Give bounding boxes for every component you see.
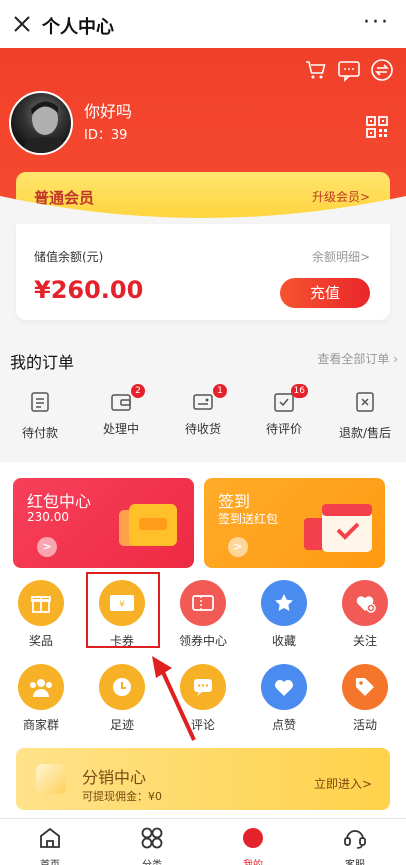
tab-home[interactable]: 首页 [20,825,80,865]
grid-item-label: 奖品 [28,634,53,648]
order-icon-wrap: 1 [191,384,227,414]
like-icon [261,664,307,710]
qrcode-icon[interactable] [366,116,388,138]
grid-item-activities[interactable]: 活动 [335,664,395,733]
star-icon [261,580,307,626]
switch-icon[interactable] [370,58,394,82]
truck-icon [193,394,213,410]
grid-item-follow[interactable]: 关注 [335,580,395,649]
tag-icon [342,664,388,710]
wallet-illustration-icon [119,504,177,546]
enter-distribution-link[interactable]: 立即进入> [314,775,372,792]
order-item-label: 待收货 [184,422,221,436]
bottom-tab-bar: 首页 分类 我的 客服 [0,818,406,865]
coupon-highlight-box [86,572,160,648]
tab-label: 客服 [325,856,385,865]
balance-card: 储值余额(元) 余额明细> ¥260.00 充值 [16,224,390,320]
service-icon [344,830,366,849]
user-nickname: 你好吗 [84,102,133,121]
balance-amount: ¥260.00 [34,276,144,304]
orders-section: 我的订单 查看全部订单 › 待付款 2 处理中 1 待收货 16 待评价 退款/… [0,336,406,448]
order-item-label: 待付款 [21,426,58,440]
view-all-orders-link[interactable]: 查看全部订单 › [317,350,398,367]
close-icon[interactable] [10,12,34,36]
wallet-icon [31,392,49,412]
tab-customer-service[interactable]: 客服 [325,825,385,865]
card-icon [111,394,131,411]
redpack-center-card[interactable]: 红包中心 230.00 > [13,478,194,568]
order-badge: 2 [131,384,145,398]
grid-item-label: 领券中心 [178,634,227,648]
grid-item-label: 商家群 [22,718,59,732]
distribution-commission: 可提现佣金：¥0 [82,790,162,803]
grid-item-favorites[interactable]: 收藏 [254,580,314,649]
me-icon [243,828,263,848]
user-id: ID：39 [84,128,128,143]
signin-subtitle: 签到送红包 [218,512,279,526]
grid-item-likes[interactable]: 点赞 [254,664,314,733]
distribution-center-banner[interactable]: 分销中心 可提现佣金：¥0 立即进入> [16,748,390,810]
order-item-refund[interactable]: 退款/售后 [333,390,397,441]
gift-icon [18,580,64,626]
grid-item-label: 关注 [352,634,377,648]
grid-item-label: 点赞 [271,718,296,732]
redpack-title: 红包中心 [27,492,92,511]
tab-label: 首页 [20,856,80,865]
ticket-icon [180,580,226,626]
grid-item-footprints[interactable]: 足迹 [92,664,152,733]
order-badge: 1 [213,384,227,398]
order-item-pending-payment[interactable]: 待付款 [8,390,72,441]
view-all-orders-label: 查看全部订单 [317,352,390,366]
tab-label: 我的 [223,856,283,865]
order-icon-wrap: 2 [109,384,145,414]
home-icon [40,827,60,848]
grid-item-label: 收藏 [271,634,296,648]
cart-icon[interactable] [304,58,328,82]
avatar[interactable] [9,91,73,155]
clock-icon [99,664,145,710]
recharge-button[interactable]: 充值 [280,278,370,308]
order-icon-wrap: 16 [272,384,308,414]
heart-plus-icon [342,580,388,626]
more-menu-button[interactable]: ··· [363,10,390,35]
grid-item-coupon-center[interactable]: 领券中心 [173,580,233,649]
order-item-label: 退款/售后 [338,426,392,440]
distribution-title: 分销中心 [82,768,147,787]
order-item-processing[interactable]: 2 处理中 [89,384,153,437]
top-nav-bar: 个人中心 ··· [0,0,406,48]
chevron-right-icon: › [393,352,398,366]
grid-item-label: 足迹 [109,718,134,732]
balance-detail-link[interactable]: 余额明细> [312,248,370,265]
order-item-label: 待评价 [265,422,302,436]
grid-item-comments[interactable]: 评论 [173,664,233,733]
tab-category[interactable]: 分类 [122,825,182,865]
signin-title: 签到 [218,492,251,511]
group-icon [18,664,64,710]
message-icon[interactable] [337,58,361,82]
refund-icon [356,392,374,412]
grid-item-label: 评论 [190,718,215,732]
tab-label: 分类 [122,856,182,865]
grid-item-merchant-group[interactable]: 商家群 [11,664,71,733]
grid-item-label: 活动 [352,718,377,732]
redpack-value: 230.00 [27,510,69,524]
grid-item-prizes[interactable]: 奖品 [11,580,71,649]
signin-card[interactable]: 签到 签到送红包 > [204,478,385,568]
page-title: 个人中心 [42,17,114,38]
order-item-label: 处理中 [102,422,139,436]
comment-icon [180,664,226,710]
balance-label: 储值余额(元) [34,250,104,264]
order-item-pending-receipt[interactable]: 1 待收货 [171,384,235,437]
distribution-icon [36,764,66,794]
arrow-right-icon: > [37,537,57,557]
tab-me[interactable]: 我的 [223,825,283,865]
orders-title: 我的订单 [10,353,75,372]
order-item-pending-review[interactable]: 16 待评价 [252,384,316,437]
order-badge: 16 [290,384,308,398]
category-icon [141,827,163,849]
arrow-right-icon: > [228,537,248,557]
calendar-illustration-icon [304,504,372,552]
